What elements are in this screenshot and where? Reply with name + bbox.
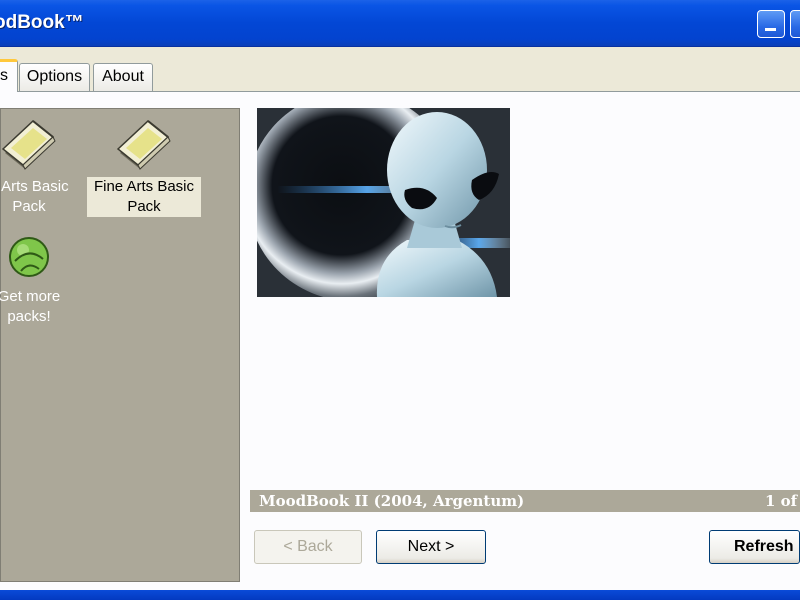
next-button[interactable]: Next > bbox=[376, 530, 486, 564]
tab-options[interactable]: Options bbox=[19, 63, 90, 91]
pack-label: Fine Arts Basic Pack bbox=[87, 177, 201, 217]
maximize-button[interactable] bbox=[790, 10, 800, 38]
window-bottom-border bbox=[0, 590, 800, 600]
tab-packs[interactable]: s bbox=[0, 59, 18, 92]
pack-list: o Arts Basic Pack Fine Arts Basic Pack bbox=[0, 108, 240, 582]
refresh-button[interactable]: Refresh bbox=[709, 530, 800, 564]
title-bar: odBook™ bbox=[0, 0, 800, 47]
caption-bar: MoodBook II (2004, Argentum) 1 of bbox=[250, 490, 800, 512]
green-ball-icon bbox=[9, 237, 49, 277]
minimize-icon bbox=[765, 28, 776, 31]
sketchbook-icon bbox=[1, 120, 56, 170]
mood-image bbox=[257, 108, 510, 297]
image-caption: MoodBook II (2004, Argentum) bbox=[259, 492, 525, 510]
tab-panel: o Arts Basic Pack Fine Arts Basic Pack bbox=[0, 92, 800, 590]
get-more-packs-link[interactable]: Get more packs! bbox=[0, 231, 77, 327]
pack-label: Get more packs! bbox=[0, 288, 61, 325]
tab-strip: s Options About bbox=[0, 58, 800, 92]
minimize-button[interactable] bbox=[757, 10, 785, 38]
pack-item-fine-arts[interactable]: Fine Arts Basic Pack bbox=[87, 115, 201, 217]
tab-about[interactable]: About bbox=[93, 63, 153, 91]
alien-artwork bbox=[257, 108, 510, 297]
image-counter: 1 of bbox=[765, 492, 798, 510]
window-title: odBook™ bbox=[0, 12, 84, 33]
pack-label: o Arts Basic Pack bbox=[0, 178, 69, 215]
sketchbook-icon bbox=[116, 120, 171, 170]
pack-item-photo-arts[interactable]: o Arts Basic Pack bbox=[0, 115, 89, 217]
back-button[interactable]: < Back bbox=[254, 530, 362, 564]
